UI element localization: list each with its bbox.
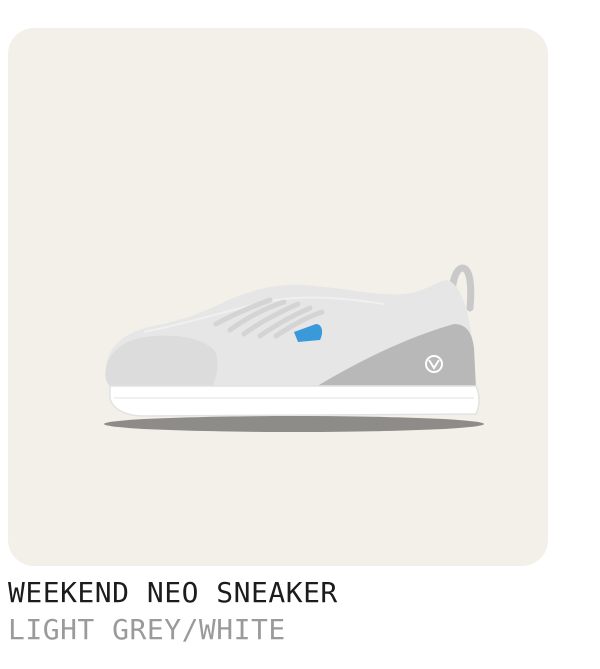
product-name[interactable]: WEEKEND NEO SNEAKER [8, 574, 588, 612]
product-colorway: LIGHT GREY/WHITE [8, 613, 286, 646]
sneaker-image [84, 228, 484, 448]
product-image-card[interactable] [8, 28, 548, 566]
product-info: WEEKEND NEO SNEAKER LIGHT GREY/WHITE [8, 574, 588, 648]
